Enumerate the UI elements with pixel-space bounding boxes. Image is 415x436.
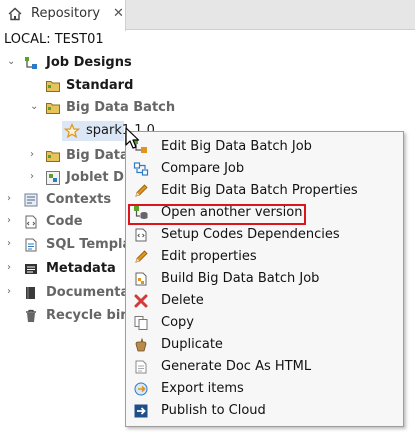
tree-item-big-data-streaming[interactable]: › Big Data: [0, 145, 129, 167]
trash-icon: [26, 309, 36, 322]
menu-item-publish-to-cloud[interactable]: Publish to Cloud: [126, 400, 403, 422]
menu-item-generate-doc-as-html[interactable]: Generate Doc As HTML: [126, 356, 403, 378]
tree-item-documentation[interactable]: › Documenta: [0, 282, 129, 304]
expand-chevron-icon[interactable]: ›: [7, 192, 17, 206]
tree-item-label: Job Designs: [46, 55, 132, 70]
tree-item-contexts[interactable]: › Contexts: [0, 189, 125, 211]
folder-icon: [46, 81, 60, 92]
menu-item-duplicate[interactable]: Duplicate: [126, 334, 403, 356]
home-icon: [8, 7, 22, 21]
tree-item-label: Standard: [66, 78, 134, 93]
expand-chevron-icon[interactable]: ›: [7, 237, 17, 251]
mouse-cursor-icon: [125, 127, 140, 149]
sql-templates-icon: [25, 238, 37, 252]
expand-chevron-icon[interactable]: ›: [7, 261, 17, 275]
star-job-icon: [64, 123, 80, 139]
tree-item-big-data-batch[interactable]: ⌄ Big Data Batch: [0, 97, 200, 119]
tree-item-joblet-designs[interactable]: › Joblet D: [0, 167, 125, 189]
collapse-chevron-icon[interactable]: ⌄: [7, 55, 17, 69]
tree-item-standard[interactable]: Standard: [0, 75, 200, 97]
menu-item-setup-codes-dependencies[interactable]: Setup Codes Dependencies: [126, 224, 403, 246]
expand-chevron-icon[interactable]: ›: [7, 285, 17, 299]
delete-icon: [134, 294, 148, 308]
menu-item-edit-big-data-batch-job[interactable]: Edit Big Data Batch Job: [126, 136, 403, 158]
tree-item-label: Code: [46, 214, 83, 229]
build-job-icon: [135, 272, 147, 286]
export-icon: [134, 382, 148, 396]
generate-doc-icon: [135, 360, 147, 374]
tree-item-label: Metadata: [46, 261, 116, 276]
tree-item-metadata[interactable]: › Metadata: [0, 258, 125, 280]
menu-item-export-items[interactable]: Export items: [126, 378, 403, 400]
pencil-icon: [135, 184, 148, 197]
metadata-icon: [25, 264, 37, 274]
tree-item-sql-templates[interactable]: › SQL Templa: [0, 234, 131, 256]
pencil-icon: [135, 250, 148, 263]
tree-item-spark1[interactable]: spark1 1.0: [0, 120, 155, 142]
tree-item-label: Big Data Batch: [66, 100, 176, 115]
tree-item-label: Recycle bin: [46, 308, 130, 323]
publish-cloud-icon: [134, 404, 148, 418]
job-designs-icon: [25, 57, 37, 69]
close-icon[interactable]: ✕: [113, 6, 124, 21]
view-tab-bar: Repository ✕: [0, 0, 415, 31]
expand-chevron-icon[interactable]: ›: [30, 148, 40, 162]
menu-item-edit-properties[interactable]: Edit properties: [126, 246, 403, 268]
folder-icon: [46, 151, 60, 162]
menu-item-copy[interactable]: Copy: [126, 312, 403, 334]
connection-label: LOCAL: TEST01: [4, 32, 104, 47]
compare-icon: [133, 162, 149, 176]
book-icon: [26, 287, 35, 299]
tree-item-label: Contexts: [46, 192, 112, 207]
contexts-icon: [24, 193, 38, 207]
folder-icon: [46, 103, 60, 114]
menu-item-edit-big-data-batch-properties[interactable]: Edit Big Data Batch Properties: [126, 180, 403, 202]
context-menu: Edit Big Data Batch Job Compare Job Edit…: [125, 131, 404, 427]
tree-item-label: Joblet D: [66, 170, 124, 185]
tree-item-label: Documenta: [46, 285, 130, 300]
tree-item-recycle-bin[interactable]: Recycle bin: [0, 305, 130, 327]
tree-item-label: Big Data: [66, 148, 129, 163]
tree-item-label: SQL Templa: [46, 237, 132, 252]
copy-icon: [134, 316, 148, 330]
repository-tab[interactable]: Repository ✕: [0, 0, 126, 31]
menu-item-build-big-data-batch-job[interactable]: Build Big Data Batch Job: [126, 268, 403, 290]
code-icon: [25, 215, 37, 229]
repository-tab-label: Repository: [31, 6, 101, 21]
duplicate-icon: [135, 337, 147, 352]
menu-item-compare-job[interactable]: Compare Job: [126, 158, 403, 180]
expand-chevron-icon[interactable]: ›: [7, 214, 17, 228]
menu-item-delete[interactable]: Delete: [126, 290, 403, 312]
tree-item-job-designs[interactable]: ⌄ Job Designs: [0, 52, 200, 74]
highlight-annotation-box: [128, 204, 306, 225]
joblet-icon: [46, 171, 60, 185]
tree-item-code[interactable]: › Code: [0, 211, 125, 233]
collapse-chevron-icon[interactable]: ⌄: [30, 100, 40, 114]
code-dependencies-icon: [135, 228, 147, 242]
expand-chevron-icon[interactable]: ›: [30, 170, 40, 184]
